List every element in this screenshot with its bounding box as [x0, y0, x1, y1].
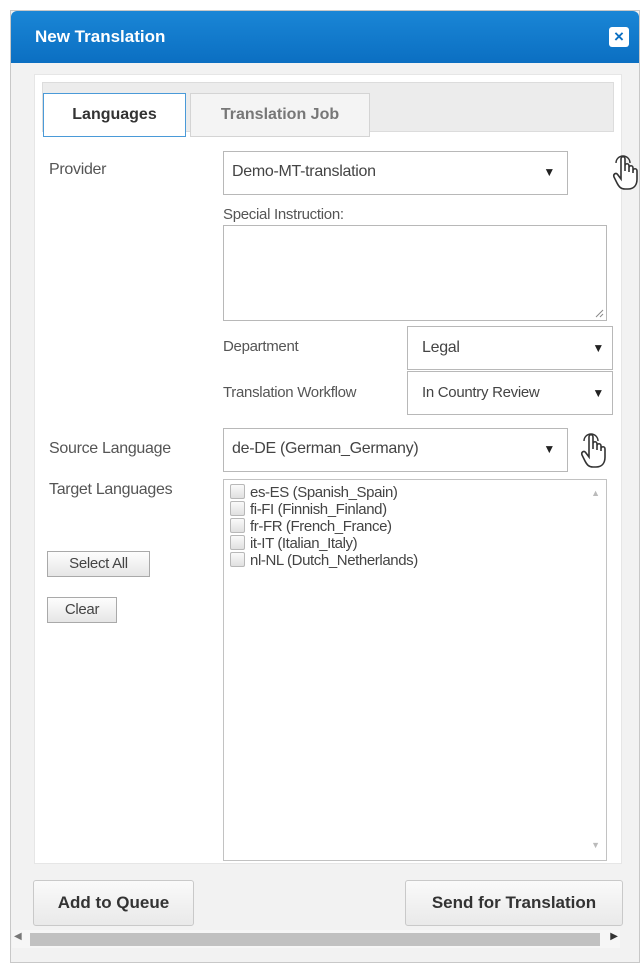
department-value: Legal	[422, 339, 460, 356]
target-languages-label: Target Languages	[49, 481, 173, 498]
scroll-right-icon[interactable]: ▶	[610, 931, 618, 942]
clear-button[interactable]: Clear	[47, 597, 117, 623]
department-label: Department	[223, 338, 299, 355]
source-language-select[interactable]: de-DE (German_Germany) ▼	[223, 428, 568, 472]
tab-languages[interactable]: Languages	[43, 93, 186, 137]
dialog-title: New Translation	[35, 27, 166, 46]
chevron-down-icon: ▼	[543, 442, 555, 456]
source-language-label: Source Language	[49, 440, 171, 457]
provider-select[interactable]: Demo-MT-translation ▼	[223, 151, 568, 195]
send-for-translation-button[interactable]: Send for Translation	[405, 880, 623, 926]
provider-label: Provider	[49, 161, 107, 178]
hand-pointer-icon[interactable]	[580, 433, 608, 469]
checkbox[interactable]	[230, 484, 245, 499]
special-instruction-textarea[interactable]	[223, 225, 607, 321]
scroll-up-icon[interactable]: ▲	[591, 488, 600, 498]
target-languages-list[interactable]: es-ES (Spanish_Spain) fi-FI (Finnish_Fin…	[223, 479, 607, 861]
checkbox[interactable]	[230, 552, 245, 567]
target-language-label: fi-FI (Finnish_Finland)	[250, 501, 387, 518]
translation-workflow-value: In Country Review	[422, 384, 540, 401]
resize-handle-icon[interactable]	[594, 308, 604, 318]
chevron-down-icon: ▼	[543, 165, 555, 179]
tab-bar: Languages Translation Job	[42, 82, 614, 137]
special-instruction-label: Special Instruction:	[223, 206, 344, 223]
tab-translation-job[interactable]: Translation Job	[190, 93, 370, 137]
target-language-label: nl-NL (Dutch_Netherlands)	[250, 552, 418, 569]
target-language-label: fr-FR (French_France)	[250, 518, 392, 535]
dialog-titlebar: New Translation ×	[11, 11, 639, 63]
select-all-button[interactable]: Select All	[47, 551, 150, 577]
list-item[interactable]: it-IT (Italian_Italy)	[230, 535, 358, 552]
close-icon[interactable]: ×	[609, 27, 629, 47]
target-language-label: it-IT (Italian_Italy)	[250, 535, 358, 552]
target-language-label: es-ES (Spanish_Spain)	[250, 484, 398, 501]
list-item[interactable]: es-ES (Spanish_Spain)	[230, 484, 398, 501]
horizontal-scrollbar[interactable]: ◀ ▶	[12, 930, 620, 948]
scroll-down-icon[interactable]: ▼	[591, 840, 600, 850]
new-translation-dialog: New Translation × Languages Translation …	[10, 10, 640, 963]
list-item[interactable]: nl-NL (Dutch_Netherlands)	[230, 552, 418, 569]
list-item[interactable]: fi-FI (Finnish_Finland)	[230, 501, 387, 518]
add-to-queue-button[interactable]: Add to Queue	[33, 880, 194, 926]
list-item[interactable]: fr-FR (French_France)	[230, 518, 392, 535]
scrollbar-thumb[interactable]	[30, 933, 600, 946]
scroll-left-icon[interactable]: ◀	[14, 931, 22, 942]
source-language-value: de-DE (German_Germany)	[232, 440, 419, 457]
checkbox[interactable]	[230, 518, 245, 533]
translation-workflow-select[interactable]: In Country Review ▼	[407, 371, 613, 415]
translation-workflow-label: Translation Workflow	[223, 384, 357, 401]
content-panel: Languages Translation Job Provider Demo-…	[34, 74, 638, 864]
provider-value: Demo-MT-translation	[232, 163, 376, 180]
department-select[interactable]: Legal ▼	[407, 326, 613, 370]
chevron-down-icon: ▼	[592, 341, 604, 355]
hand-pointer-icon[interactable]	[612, 155, 640, 191]
checkbox[interactable]	[230, 535, 245, 550]
chevron-down-icon: ▼	[592, 386, 604, 400]
checkbox[interactable]	[230, 501, 245, 516]
